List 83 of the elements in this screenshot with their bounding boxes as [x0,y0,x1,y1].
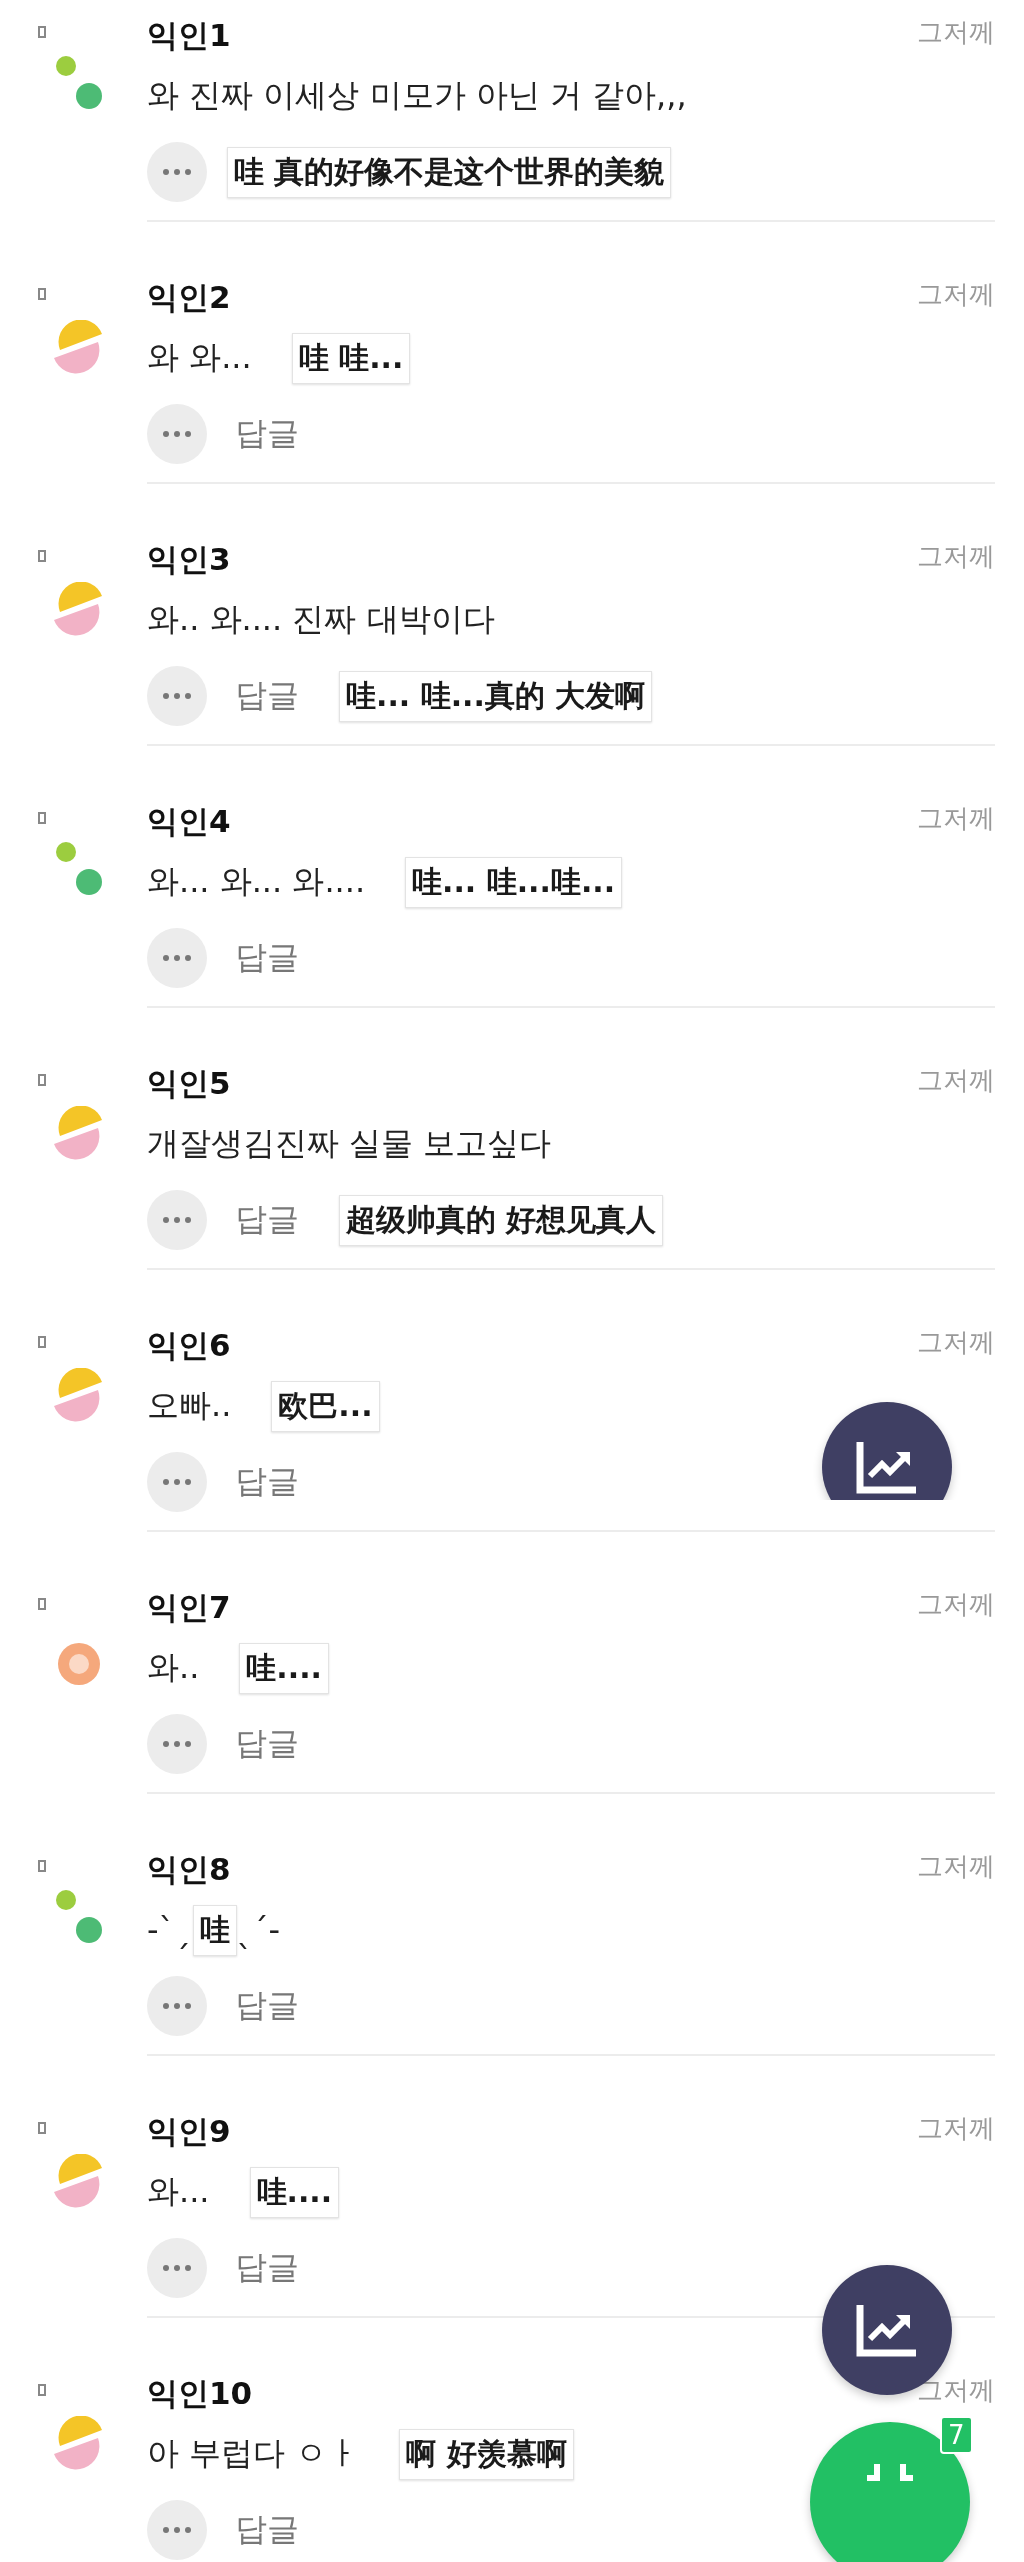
user-name: 익인6 [147,1326,231,1365]
translation-caption: 超级帅真的 好想见真人 [339,1194,664,1246]
square-icon [38,550,46,562]
comment-time: 그저께 [917,1326,995,1359]
reply-button[interactable]: 답글 [235,2508,299,2552]
reply-button[interactable]: 답글 [235,412,299,456]
comment-time: 그저께 [917,802,995,835]
reply-button[interactable]: 답글 [235,1198,299,1242]
avatar-icon [52,2154,104,2210]
comment-time: 그저께 [917,2374,995,2407]
comment-time: 그저께 [917,2112,995,2145]
reply-button[interactable]: 답글 [235,1722,299,1766]
comment-text: 와.. 와.... 진짜 대박이다 [147,599,495,640]
square-icon [38,1598,46,1610]
comment-time: 그저께 [917,278,995,311]
more-icon [163,1217,191,1223]
more-icon [163,2265,191,2271]
comment-text: ˎˊ- [236,1911,281,1949]
user-name: 익인10 [147,2374,253,2413]
avatar-icon [52,582,104,638]
avatar-icon [52,2416,104,2472]
comment-time: 그저께 [917,540,995,573]
more-icon [163,693,191,699]
square-icon [38,288,46,300]
user-name: 익인9 [147,2112,231,2151]
square-icon [38,1074,46,1086]
translation-caption: 啊 好羡慕啊 [399,2428,574,2480]
comment-text: 와... 와... 와.... [147,861,366,902]
square-icon [38,2122,46,2134]
more-icon [163,1479,191,1485]
comment-time: 그저께 [917,1064,995,1097]
chart-icon [856,1440,918,1494]
comment-time: 그저께 [917,1850,995,1883]
comment-text: 와... [147,2171,210,2212]
translation-caption: 哇 真的好像不是这个世界的美貌 [227,146,672,198]
comment-text: -ˋˏ [147,1911,191,1949]
translation-caption: 哇 [192,1904,237,1956]
comment-time: 그저께 [917,16,995,49]
translation-caption: 哇.... [239,1642,329,1694]
more-icon [163,1741,191,1747]
user-name: 익인3 [147,540,231,579]
count-badge: 7 [940,2416,973,2454]
square-icon [38,1860,46,1872]
translation-caption: 哇... 哇...哇... [405,856,623,908]
collapse-icon [865,2463,915,2481]
user-name: 익인7 [147,1588,231,1627]
user-name: 익인1 [147,16,231,55]
square-icon [38,812,46,824]
reply-button[interactable]: 답글 [235,674,299,718]
avatar-icon [52,320,104,376]
collapse-button[interactable] [810,2422,970,2562]
more-icon [163,2527,191,2533]
translation-caption: 哇... 哇...真的 大发啊 [339,670,653,722]
chart-icon [856,2303,918,2357]
translation-caption: 哇 哇... [291,332,411,384]
avatar-icon [57,1642,101,1686]
avatar-icon [52,1106,104,1162]
comment-time: 그저께 [917,1588,995,1621]
user-name: 익인5 [147,1064,231,1103]
more-icon [163,169,191,175]
comment-text: 오빠.. [147,1385,232,1426]
translation-caption: 哇.... [249,2166,340,2218]
square-icon [38,2384,46,2396]
comment-text: 와.. [147,1647,200,1688]
square-icon [38,26,46,38]
reply-button[interactable]: 답글 [235,1984,299,2028]
chart-button[interactable] [822,1402,952,1500]
more-icon [163,431,191,437]
reply-button[interactable]: 답글 [235,936,299,980]
more-icon [163,955,191,961]
reply-button[interactable]: 답글 [235,1460,299,1504]
avatar-icon [52,1368,104,1424]
translation-caption: 欧巴... [271,1380,380,1432]
more-icon [163,2003,191,2009]
user-name: 익인8 [147,1850,231,1889]
comment-text: 와 와... [147,337,252,378]
user-name: 익인2 [147,278,231,317]
comment-text: 와 진짜 이세상 미모가 아닌 거 같아,,, [147,75,687,116]
user-name: 익인4 [147,802,231,841]
reply-button[interactable]: 답글 [235,2246,299,2290]
square-icon [38,1336,46,1348]
comment-text: 아 부럽다 ㅇㅏ [147,2433,360,2474]
comment-text: 개잘생김진짜 실물 보고싶다 [147,1123,552,1164]
